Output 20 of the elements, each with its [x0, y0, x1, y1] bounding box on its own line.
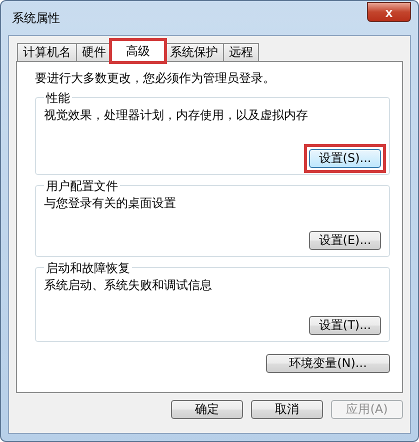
close-button[interactable]: x [367, 2, 411, 22]
group-description: 视觉效果，处理器计划，内存使用，以及虚拟内存 [44, 107, 309, 124]
environment-variables-button[interactable]: 环境变量(N)... [266, 354, 390, 373]
dialog-button[interactable]: 取消 [251, 400, 323, 419]
tab[interactable]: 系统保护 [164, 43, 224, 62]
group-title: 用户配置文件 [44, 178, 120, 195]
admin-notice: 要进行大多数更改，您必须作为管理员登录。 [35, 70, 276, 87]
tab[interactable]: 高级 [111, 40, 165, 62]
group-title: 性能 [44, 90, 72, 107]
group-description: 系统启动、系统失败和调试信息 [44, 277, 213, 294]
settings-button[interactable]: 设置(E)... [309, 231, 381, 250]
tab[interactable]: 远程 [223, 43, 259, 62]
settings-button[interactable]: 设置(T)... [309, 316, 381, 335]
tab[interactable]: 硬件 [76, 43, 112, 62]
window-title: 系统属性 [11, 10, 60, 26]
settings-button[interactable]: 设置(S)... [309, 149, 381, 168]
tab[interactable]: 计算机名 [17, 43, 77, 62]
dialog-button[interactable]: 确定 [171, 400, 243, 419]
group-description: 与您登录有关的桌面设置 [44, 195, 177, 212]
group-title: 启动和故障恢复 [44, 260, 132, 277]
